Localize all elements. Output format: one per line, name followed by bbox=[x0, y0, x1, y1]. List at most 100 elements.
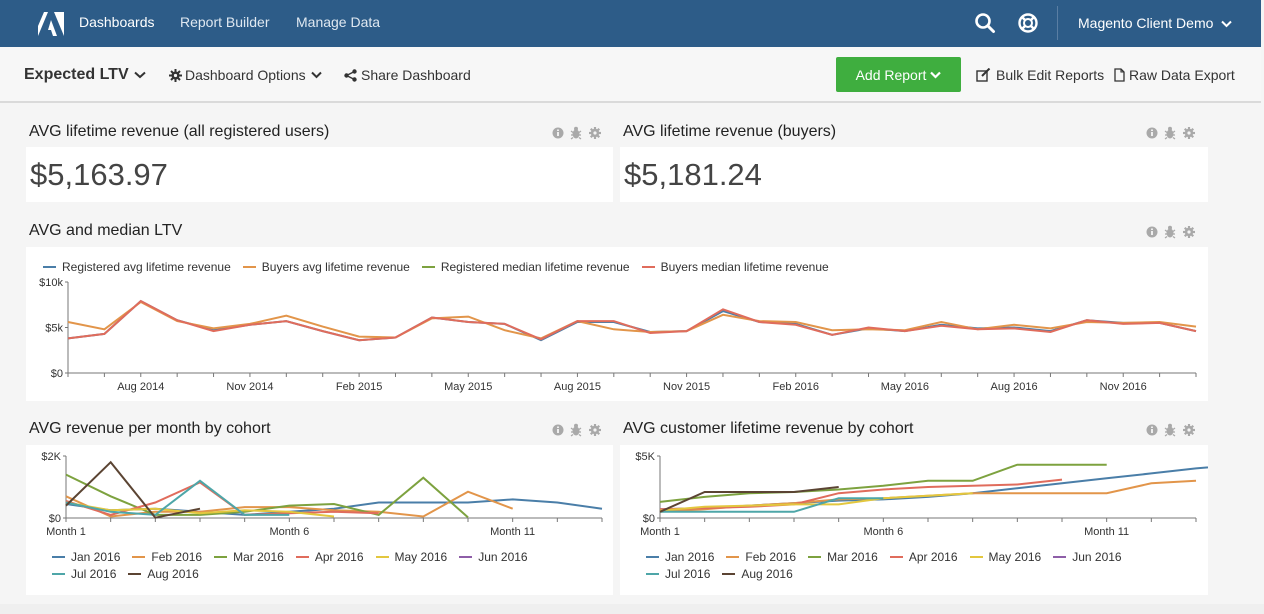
x-tick-label: Month 1 bbox=[640, 526, 680, 538]
legend-item[interactable]: May 2016 bbox=[969, 550, 1041, 564]
search-icon[interactable] bbox=[974, 12, 996, 34]
info-icon[interactable] bbox=[1146, 424, 1158, 436]
panel-title: AVG lifetime revenue (all registered use… bbox=[29, 123, 330, 140]
chevron-down-icon bbox=[930, 71, 942, 79]
add-report-label: Add Report bbox=[855, 66, 927, 83]
legend-item[interactable]: Jul 2016 bbox=[646, 567, 710, 581]
info-icon[interactable] bbox=[552, 424, 564, 436]
x-tick-label: May 2016 bbox=[881, 381, 929, 393]
chart-card: $5K $0 Month 1 Month 6 Month 11 Jan 2016 Feb … bbox=[620, 445, 1208, 595]
gear-icon[interactable] bbox=[589, 424, 601, 436]
dashboard-options-dropdown[interactable]: Dashboard Options bbox=[169, 67, 322, 83]
legend-item[interactable]: Jun 2016 bbox=[1053, 550, 1122, 564]
share-dashboard-button[interactable]: Share Dashboard bbox=[344, 67, 471, 83]
x-tick-label: Feb 2016 bbox=[772, 381, 818, 393]
panel-title: AVG lifetime revenue (buyers) bbox=[623, 123, 837, 140]
bug-icon[interactable] bbox=[1164, 126, 1176, 140]
legend-item[interactable]: Aug 2016 bbox=[722, 567, 793, 581]
dashboard-title: Expected LTV bbox=[24, 66, 129, 83]
dashboard-title-dropdown[interactable]: Expected LTV bbox=[24, 66, 146, 84]
legend-item[interactable]: Jan 2016 bbox=[52, 550, 120, 564]
info-icon[interactable] bbox=[1146, 127, 1158, 139]
bug-icon[interactable] bbox=[570, 423, 582, 437]
legend-label: May 2016 bbox=[394, 550, 448, 564]
legend-swatch bbox=[726, 556, 740, 558]
legend-swatch bbox=[646, 573, 659, 575]
metric-value: $5,163.97 bbox=[30, 157, 168, 192]
nav-report-builder[interactable]: Report Builder bbox=[180, 14, 270, 30]
y-tick-label: $10k bbox=[39, 277, 63, 289]
legend-item[interactable]: Jun 2016 bbox=[459, 550, 528, 564]
bug-icon[interactable] bbox=[1164, 225, 1176, 239]
adobe-logo-icon[interactable] bbox=[38, 12, 64, 36]
x-tick-label: Month 11 bbox=[490, 526, 535, 538]
panel-title: AVG customer lifetime revenue by cohort bbox=[623, 420, 914, 437]
line-chart: $5K $0Month 1 Month 6 Month 11 bbox=[635, 451, 1208, 538]
chevron-down-icon bbox=[310, 71, 322, 79]
dashboard-options-label: Dashboard Options bbox=[185, 67, 306, 83]
info-icon[interactable] bbox=[552, 127, 564, 139]
nav-dashboards[interactable]: Dashboards bbox=[79, 14, 155, 30]
gear-icon[interactable] bbox=[1183, 424, 1195, 436]
x-tick-label: Nov 2014 bbox=[226, 381, 273, 393]
legend-swatch bbox=[52, 573, 65, 575]
legend-swatch bbox=[889, 556, 903, 558]
edit-icon bbox=[976, 68, 991, 82]
legend-item[interactable]: Mar 2016 bbox=[214, 550, 284, 564]
chevron-down-icon bbox=[1221, 20, 1233, 28]
raw-data-export-button[interactable]: Raw Data Export bbox=[1114, 67, 1235, 83]
share-dashboard-label: Share Dashboard bbox=[361, 67, 471, 83]
bulk-edit-reports-button[interactable]: Bulk Edit Reports bbox=[976, 67, 1104, 83]
panel-tools bbox=[552, 423, 604, 437]
nav-manage-data[interactable]: Manage Data bbox=[296, 14, 380, 30]
series-line bbox=[659, 478, 1063, 511]
panel-title: AVG revenue per month by cohort bbox=[29, 420, 271, 437]
legend-item[interactable]: Feb 2016 bbox=[726, 550, 796, 564]
panel-tools bbox=[1146, 225, 1198, 239]
x-tick-label: Month 11 bbox=[1084, 526, 1129, 538]
x-tick-label: Aug 2015 bbox=[554, 381, 601, 393]
legend-swatch bbox=[52, 556, 65, 558]
line-chart: $10k $5k $0 Aug 2014 Nov 2014 Feb 2015 May 201… bbox=[39, 277, 1197, 393]
x-tick-label: Nov 2016 bbox=[1100, 381, 1147, 393]
chart-card: $2K $0 Month 1 Month 6 Month 11 Jan 2016 Feb … bbox=[26, 445, 613, 595]
y-tick-label: $5K bbox=[635, 451, 655, 463]
legend-item[interactable]: Feb 2016 bbox=[132, 550, 202, 564]
legend-item[interactable]: Apr 2016 bbox=[889, 550, 958, 564]
legend-swatch bbox=[808, 556, 822, 558]
legend-swatch bbox=[459, 556, 473, 558]
x-tick-label: Aug 2014 bbox=[117, 381, 164, 393]
share-icon bbox=[344, 68, 357, 82]
panel-tools bbox=[552, 126, 604, 140]
legend-swatch bbox=[214, 556, 228, 558]
gear-icon[interactable] bbox=[1183, 226, 1195, 238]
legend-item[interactable]: Jul 2016 bbox=[52, 567, 116, 581]
bug-icon[interactable] bbox=[1164, 423, 1176, 437]
legend-label: Apr 2016 bbox=[314, 550, 364, 564]
client-switcher[interactable]: Magento Client Demo bbox=[1078, 15, 1233, 31]
gear-icon[interactable] bbox=[589, 127, 601, 139]
help-lifebuoy-icon[interactable] bbox=[1017, 12, 1039, 34]
legend-item[interactable]: May 2016 bbox=[375, 550, 448, 564]
y-tick-label: $0 bbox=[643, 513, 655, 525]
legend-label: Jan 2016 bbox=[71, 550, 121, 564]
x-tick-label: Month 6 bbox=[863, 526, 903, 538]
legend-swatch bbox=[132, 556, 146, 558]
legend-item[interactable]: Jan 2016 bbox=[646, 550, 714, 564]
x-tick-label: May 2015 bbox=[444, 381, 492, 393]
gear-icon[interactable] bbox=[1183, 127, 1195, 139]
panel-title: AVG and median LTV bbox=[29, 222, 183, 239]
bug-icon[interactable] bbox=[570, 126, 582, 140]
chevron-down-icon bbox=[133, 71, 146, 79]
x-tick-label: Month 6 bbox=[269, 526, 309, 538]
x-tick-label: Aug 2016 bbox=[991, 381, 1038, 393]
legend-item[interactable]: Apr 2016 bbox=[295, 550, 364, 564]
legend-swatch bbox=[295, 556, 309, 558]
legend-item[interactable]: Mar 2016 bbox=[808, 550, 878, 564]
x-tick-label: Nov 2015 bbox=[663, 381, 710, 393]
legend-item[interactable]: Aug 2016 bbox=[128, 567, 199, 581]
chart-card: Registered avg lifetime revenue Buyers av… bbox=[26, 247, 1208, 401]
add-report-button[interactable]: Add Report bbox=[836, 57, 961, 92]
y-tick-label: $0 bbox=[49, 513, 61, 525]
info-icon[interactable] bbox=[1146, 226, 1158, 238]
